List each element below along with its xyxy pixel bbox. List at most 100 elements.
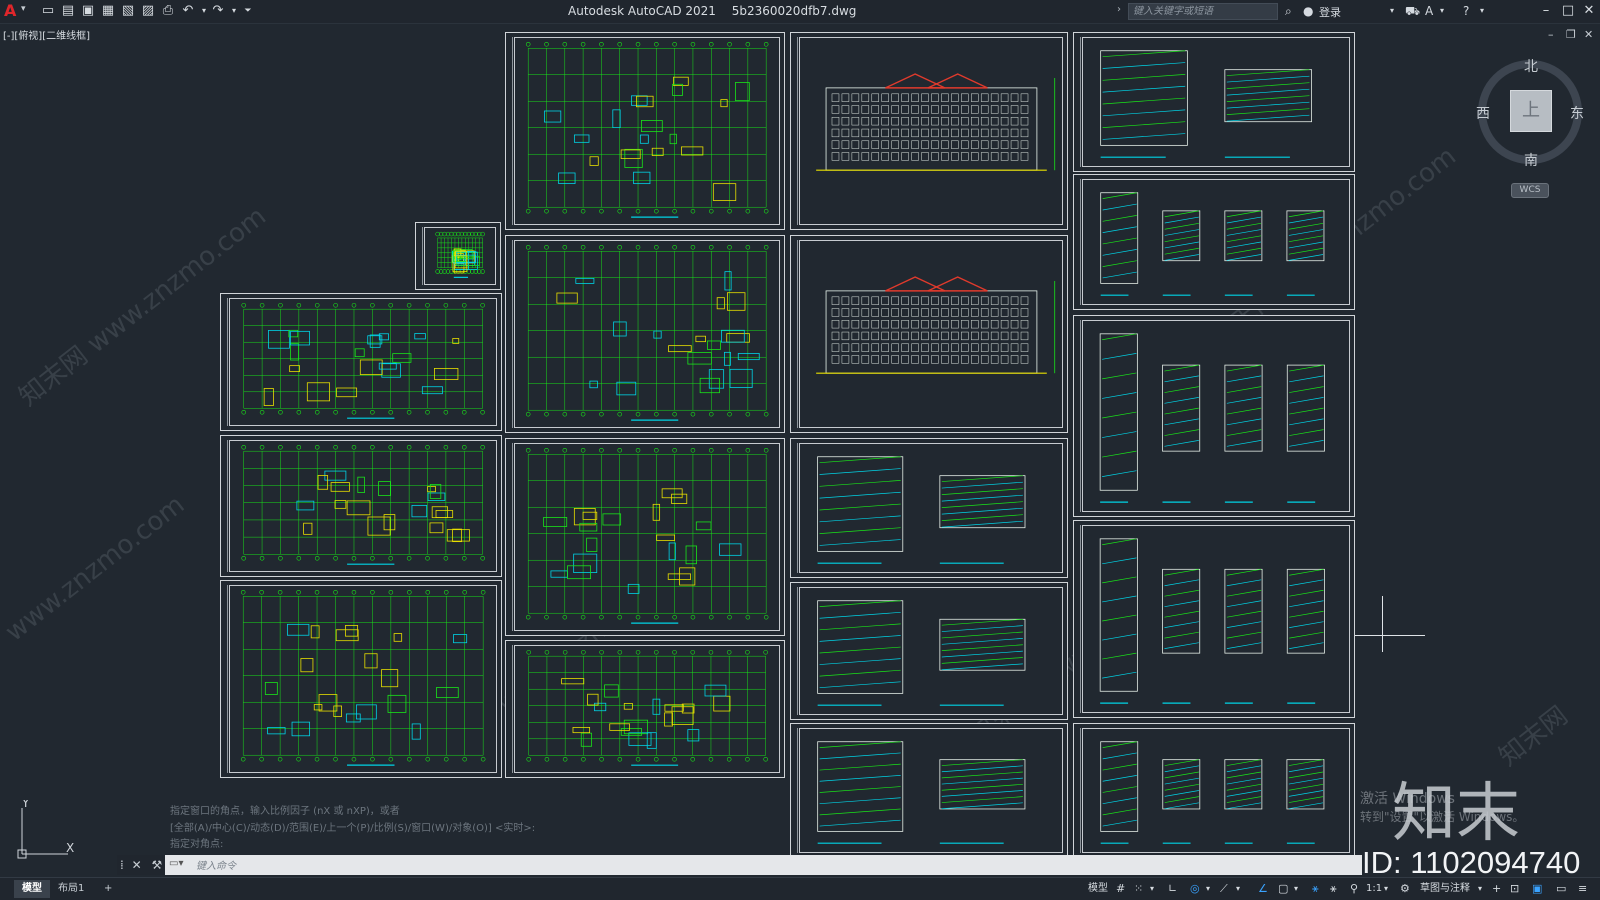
drawing-sheet-section[interactable] — [790, 438, 1068, 578]
drawing-sheet-plan[interactable] — [505, 32, 785, 230]
drawing-sheet-plan[interactable] — [220, 293, 502, 431]
ortho-icon[interactable]: ∟ — [1168, 881, 1177, 897]
watermark-logo: 知末 — [1392, 777, 1520, 851]
minimize-button[interactable]: – — [1535, 1, 1557, 21]
doc-minimize-button[interactable]: – — [1548, 28, 1554, 41]
clean-screen-icon[interactable]: ▭ — [1556, 881, 1566, 897]
redo-icon[interactable]: ↷ — [210, 3, 226, 19]
close-button[interactable]: ✕ — [1578, 1, 1600, 21]
annotation-scale-icon[interactable]: ⚲ — [1350, 881, 1358, 897]
user-icon[interactable]: ● — [1303, 3, 1313, 19]
autocad-logo-icon[interactable]: A — [4, 2, 20, 20]
status-bar: 模型 布局1 + 模型 # ⁙ ▾ ∟ ◎ ▾ ⟋ ▾ ∠ ▢ ▾ ⚹ ⚹ ⚲ … — [0, 877, 1600, 900]
grid-icon[interactable]: # — [1116, 881, 1125, 897]
maximize-button[interactable]: □ — [1557, 1, 1579, 21]
viewcube-west[interactable]: 西 — [1476, 103, 1490, 123]
chevron-down-icon[interactable]: ▾ — [1384, 881, 1388, 897]
chevron-down-icon[interactable]: ▾ — [1480, 3, 1484, 19]
chevron-down-icon[interactable]: ▾ — [1440, 3, 1444, 19]
drawing-sheet-plan[interactable] — [220, 435, 502, 577]
watermark-id: ID: 1102094740 — [1362, 845, 1581, 880]
drawing-sheet-plan[interactable] — [505, 640, 785, 778]
drawing-sheet-stair[interactable] — [1073, 315, 1355, 517]
workspace-switch-button[interactable]: 草图与注释 — [1420, 881, 1470, 897]
tab-model[interactable]: 模型 — [14, 880, 50, 898]
chevron-down-icon[interactable]: ▾ — [21, 4, 26, 14]
save-icon[interactable]: ▣ — [80, 3, 96, 19]
doc-restore-button[interactable]: ❐ — [1566, 28, 1576, 41]
chevron-down-icon[interactable]: ▾ — [1150, 881, 1154, 897]
title-bar: A ▾ ▭ ▤ ▣ ▦ ▧ ▨ ⎙ ↶ ▾ ↷ ▾ ⏷ Autodesk Aut… — [0, 0, 1600, 24]
drawing-sheet-elev[interactable] — [790, 235, 1068, 433]
watermark-text: www.znzmo.com — [0, 489, 191, 648]
grip-icon[interactable]: ⁞ — [120, 858, 124, 872]
undo-icon[interactable]: ↶ — [180, 3, 196, 19]
chevron-down-icon[interactable]: ▾ — [1206, 881, 1210, 897]
polar-tracking-icon[interactable]: ◎ — [1190, 881, 1200, 897]
command-history-line: [全部(A)/中心(C)/动态(D)/范围(E)/上一个(P)/比例(S)/窗口… — [170, 822, 536, 834]
drawing-canvas[interactable]: 知末网 www.znzmo.com www.znzmo.com 知末网 www.… — [0, 24, 1600, 858]
object-snap-icon[interactable]: ▢ — [1278, 881, 1288, 897]
chevron-right-icon[interactable]: › — [1117, 4, 1121, 15]
file-name: 5b2360020dfb7.dwg — [731, 4, 857, 18]
drawing-sheet-stair[interactable] — [1073, 174, 1355, 310]
command-line[interactable] — [117, 855, 1362, 875]
chevron-down-icon[interactable]: ▾ — [1390, 3, 1394, 19]
drawing-sheet-section[interactable] — [1073, 32, 1355, 172]
drawing-sheet-plan[interactable] — [505, 235, 785, 433]
drawing-sheet-mini[interactable] — [415, 222, 501, 290]
viewport-controls-label[interactable]: [-][俯视][二维线框] — [3, 27, 90, 42]
plot-icon[interactable]: ⎙ — [160, 3, 176, 19]
wrench-icon[interactable]: ⚒ — [152, 858, 163, 872]
tab-layout1[interactable]: 布局1 — [50, 880, 92, 898]
chevron-down-icon[interactable]: ▾ — [1236, 881, 1240, 897]
annotation-visibility-icon[interactable]: ⚹ — [1312, 881, 1319, 897]
units-icon[interactable]: ⊡ — [1510, 881, 1519, 897]
help-icon[interactable]: ? — [1463, 3, 1469, 19]
save-as-icon[interactable]: ▦ — [100, 3, 116, 19]
viewcube-north[interactable]: 北 — [1524, 56, 1538, 76]
drawing-sheet-plan[interactable] — [505, 438, 785, 636]
customization-menu-icon[interactable]: ≡ — [1578, 881, 1587, 897]
command-input[interactable]: 键入命令 — [196, 857, 236, 872]
quick-properties-icon[interactable]: ▣ — [1532, 881, 1542, 897]
autodesk-app-icon[interactable]: A — [1425, 3, 1433, 19]
ucs-icon: Y X — [17, 800, 74, 859]
cart-icon[interactable]: ⛟ — [1405, 3, 1420, 19]
save-web-icon[interactable]: ▨ — [140, 3, 156, 19]
annotation-monitor-icon[interactable]: + — [1492, 881, 1501, 897]
drawing-sheet-section[interactable] — [790, 582, 1068, 720]
annotation-scale-value[interactable]: 1:1 — [1366, 881, 1382, 897]
command-history-line: 指定对角点: — [170, 839, 224, 850]
doc-close-button[interactable]: ✕ — [1584, 28, 1593, 41]
chevron-down-icon[interactable]: ▾ — [1478, 881, 1482, 897]
drawing-sheet-stair[interactable] — [1073, 723, 1355, 858]
viewcube-top-face[interactable]: 上 — [1510, 90, 1552, 132]
drawing-sheet-stair[interactable] — [1073, 520, 1355, 718]
auto-scale-icon[interactable]: ⚹ — [1330, 881, 1337, 897]
open-web-icon[interactable]: ▧ — [120, 3, 136, 19]
chevron-down-icon[interactable]: ▾ — [1294, 881, 1298, 897]
snap-icon[interactable]: ⁙ — [1134, 881, 1143, 897]
wcs-menu-button[interactable]: WCS — [1511, 183, 1549, 198]
open-folder-icon[interactable]: ▤ — [60, 3, 76, 19]
svg-text:Y: Y — [21, 800, 30, 810]
search-input[interactable]: 键入关键字或短语 — [1128, 3, 1278, 20]
window-title: Autodesk AutoCAD 2021 5b2360020dfb7.dwg — [568, 4, 868, 18]
viewcube-south[interactable]: 南 — [1524, 150, 1538, 170]
login-button[interactable]: 登录 — [1319, 4, 1341, 20]
drawing-sheet-plan[interactable] — [220, 580, 502, 778]
customize-toolbar-icon[interactable]: ⏷ — [240, 3, 256, 19]
new-file-icon[interactable]: ▭ — [40, 3, 56, 19]
object-snap-tracking-icon[interactable]: ∠ — [1258, 881, 1268, 897]
close-icon[interactable]: ✕ — [132, 858, 142, 872]
recent-commands-icon[interactable]: ▭▾ — [169, 858, 191, 872]
isodraft-icon[interactable]: ⟋ — [1220, 881, 1228, 897]
crosshair-cursor — [1382, 596, 1383, 652]
workspace-gear-icon[interactable]: ⚙ — [1400, 881, 1410, 897]
search-icon[interactable]: ⌕ — [1285, 3, 1292, 19]
drawing-sheet-elev[interactable] — [790, 32, 1068, 230]
add-layout-icon[interactable]: + — [96, 880, 120, 898]
viewcube-east[interactable]: 东 — [1570, 103, 1584, 123]
model-space-button[interactable]: 模型 — [1088, 881, 1108, 897]
